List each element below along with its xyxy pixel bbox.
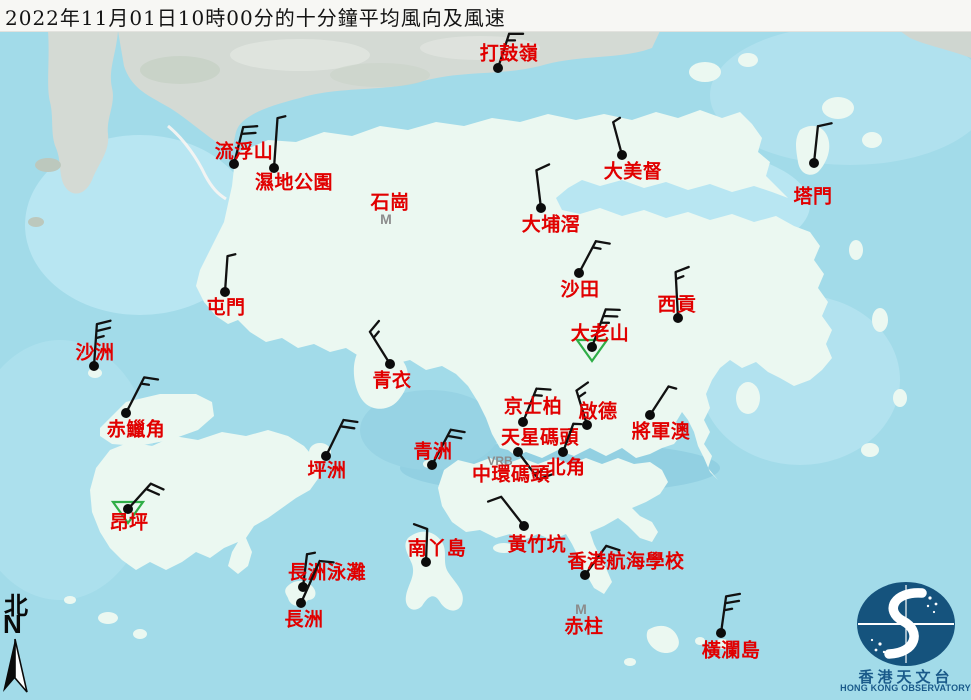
station-label: 屯門 [206,296,245,319]
hko-logo-text-en: HONG KONG OBSERVATORY [840,683,971,693]
station-dot [645,410,655,420]
station-label: 西貢 [657,294,696,316]
station-label: 赤柱 [564,615,603,638]
station-dot [518,417,528,427]
station-label: 昂坪 [109,512,148,534]
station-label: 中環碼頭 [472,463,551,486]
station-label: 長洲泳灘 [288,561,366,584]
station-label: 青衣 [372,369,411,392]
station-label: 大美督 [604,160,663,183]
station-label: 打鼓嶺 [480,42,539,65]
station-label: 流浮山 [215,140,274,163]
station-label: 石崗 [369,191,409,214]
station-label: 京士柏 [504,395,563,418]
station-dot [536,203,546,213]
hko-wind-map: 打鼓嶺流浮山濕地公園M石崗大美督塔門大埔滘沙田西貢大老山屯門沙洲赤鱲角青衣坪洲青… [0,0,971,700]
station-label: 大埔滘 [522,213,581,236]
compass-label-en: N [3,609,22,640]
station-label: 南丫島 [408,537,467,560]
station-dot [617,150,627,160]
station-label: 將軍澳 [632,420,691,443]
station-dot [574,268,584,278]
station-label: 大老山 [571,322,630,345]
station-dot [716,628,726,638]
station-dot [809,158,819,168]
station-label: 黃竹坑 [508,533,567,556]
station-label: 沙田 [560,279,599,301]
hko-logo [857,582,955,666]
station-label: 濕地公園 [255,171,333,194]
station-label: 香港航海學校 [566,550,685,573]
station-dot [493,63,503,73]
station-dot [385,359,395,369]
station-dot [121,408,131,418]
station-label: 坪洲 [307,460,346,482]
station-label: 沙洲 [75,342,114,364]
station-label: 青洲 [413,441,452,463]
station-dot [513,447,523,457]
station-label: 長洲 [284,609,323,631]
station-label: 啟德 [578,400,617,423]
station-dot [558,447,568,457]
map-canvas: 打鼓嶺流浮山濕地公園M石崗大美督塔門大埔滘沙田西貢大老山屯門沙洲赤鱲角青衣坪洲青… [0,0,971,700]
station-dot [296,598,306,608]
station-label: 赤鱲角 [107,418,166,441]
station-label: 橫瀾島 [702,639,761,662]
station-dot [519,521,529,531]
station-label: 北角 [546,456,585,479]
station-label: 塔門 [793,185,832,208]
map-title: 2022年11月01日10時00分的十分鐘平均風向及風速 [5,2,506,31]
station-dot [220,287,230,297]
